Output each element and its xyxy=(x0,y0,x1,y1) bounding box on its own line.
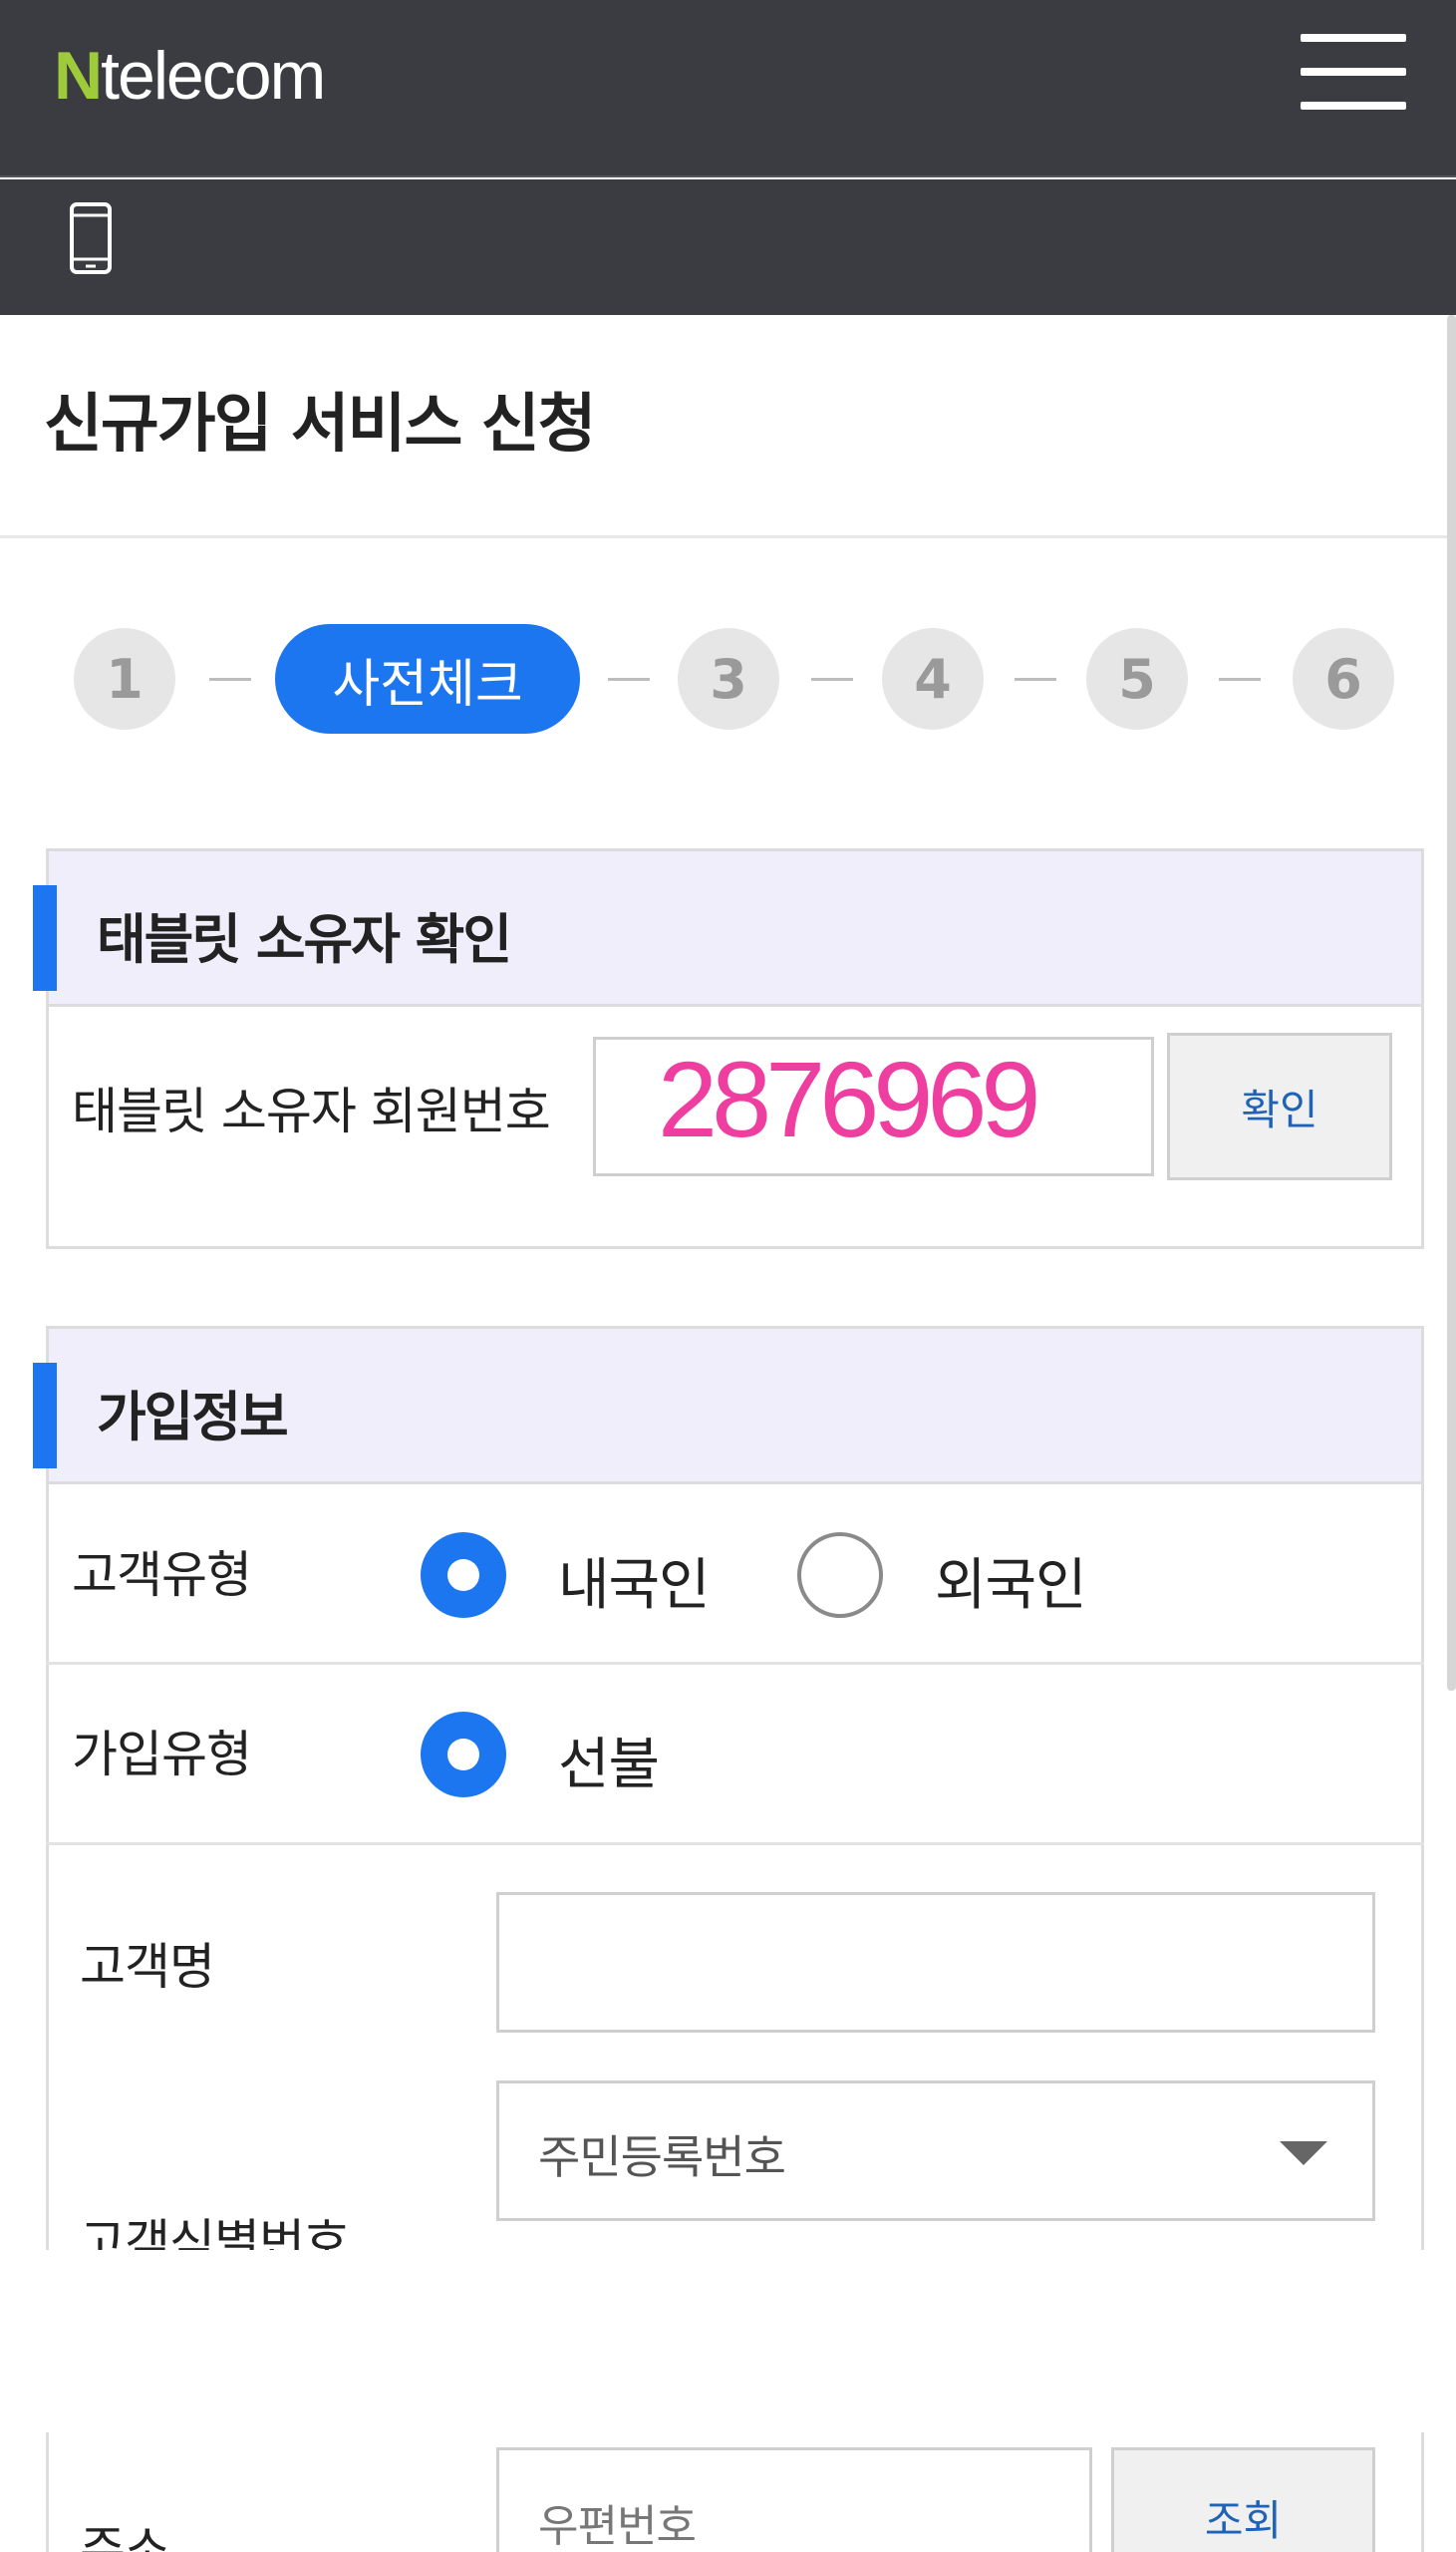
step-4: 4 xyxy=(882,628,984,730)
section-accent-bar xyxy=(33,1363,57,1468)
section-accent-bar xyxy=(33,885,57,991)
address-label: 주소 xyxy=(80,2521,170,2552)
section-title: 가입정보 xyxy=(97,1386,289,1448)
confirm-button[interactable]: 확인 xyxy=(1167,1033,1392,1180)
member-number-value: 2876969 xyxy=(658,1039,1040,1159)
customer-name-label: 고객명 xyxy=(80,1938,215,1996)
logo-text: telecom xyxy=(101,38,326,114)
radio-domestic[interactable] xyxy=(421,1532,506,1618)
row-divider xyxy=(46,1842,1424,1845)
step-6: 6 xyxy=(1293,628,1394,730)
radio-prepaid[interactable] xyxy=(421,1712,506,1797)
row-divider xyxy=(46,1662,1424,1665)
zip-code-placeholder: 우편번호 xyxy=(538,2501,697,2552)
hamburger-menu-icon[interactable] xyxy=(1301,30,1406,116)
radio-domestic-label[interactable]: 내국인 xyxy=(558,1540,711,1621)
logo-letter: N xyxy=(54,38,103,114)
radio-foreigner-label[interactable]: 외국인 xyxy=(935,1540,1087,1621)
radio-prepaid-label[interactable]: 선불 xyxy=(558,1720,660,1800)
section-border-right xyxy=(1421,2432,1424,2552)
section-title: 태블릿 소유자 확인 xyxy=(97,908,512,971)
page-title: 신규가입 서비스 신청 xyxy=(44,388,596,462)
radio-foreigner[interactable] xyxy=(797,1532,883,1618)
member-number-label: 태블릿 소유자 회원번호 xyxy=(72,1083,551,1140)
join-type-label: 가입유형 xyxy=(72,1726,252,1783)
step-connector xyxy=(209,678,251,681)
page-scrollbar[interactable] xyxy=(1447,315,1456,1691)
section-header: 가입정보 xyxy=(33,1329,1421,1484)
step-5: 5 xyxy=(1086,628,1188,730)
step-connector xyxy=(811,678,853,681)
step-connector xyxy=(608,678,650,681)
step-2-active: 사전체크 xyxy=(275,624,580,734)
step-connector xyxy=(1219,678,1261,681)
screenshot-gap xyxy=(0,2250,1456,2432)
mobile-phone-icon[interactable] xyxy=(69,201,113,275)
section-border-left xyxy=(46,2432,49,2552)
chevron-down-icon[interactable] xyxy=(1280,2141,1327,2165)
step-1: 1 xyxy=(74,628,175,730)
step-indicator: 1 사전체크 3 4 5 6 xyxy=(0,618,1456,738)
top-header: Ntelecom xyxy=(0,0,1456,177)
customer-type-label: 고객유형 xyxy=(72,1546,252,1604)
step-3: 3 xyxy=(678,628,779,730)
section-header: 태블릿 소유자 확인 xyxy=(33,851,1421,1007)
zip-lookup-button[interactable]: 조회 xyxy=(1111,2447,1375,2552)
id-type-selected: 주민등록번호 xyxy=(538,2130,786,2184)
title-divider xyxy=(0,535,1447,538)
step-connector xyxy=(1015,678,1056,681)
customer-name-input[interactable] xyxy=(496,1892,1375,2033)
brand-logo[interactable]: Ntelecom xyxy=(54,36,326,116)
sub-header xyxy=(0,179,1456,315)
